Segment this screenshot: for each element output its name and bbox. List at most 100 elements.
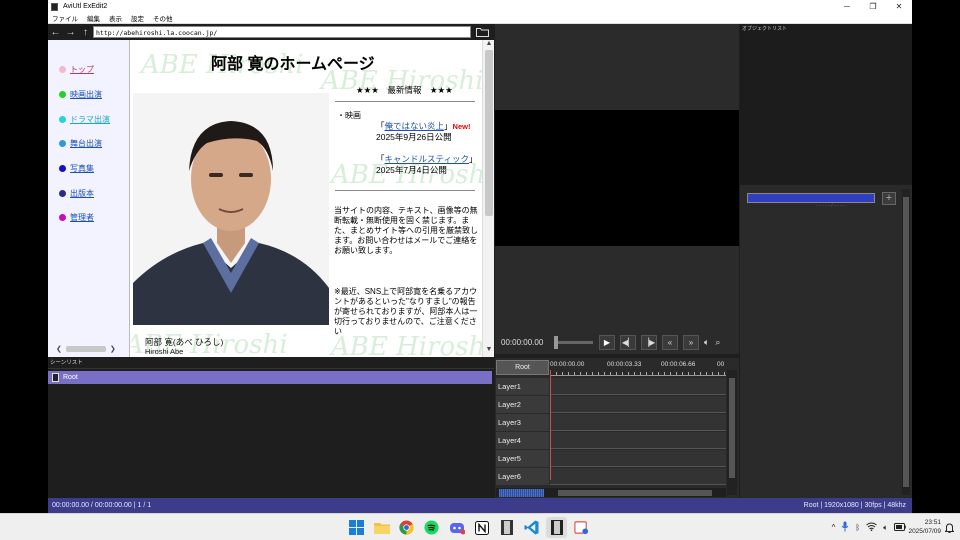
bluetooth-icon[interactable]: ᛒ xyxy=(855,523,860,532)
url-input[interactable]: http://abehiroshi.la.coocan.jp/ xyxy=(93,26,471,38)
nav-link[interactable]: 舞台出演 xyxy=(70,138,102,149)
properties-panel: - - - - - / - - - - + xyxy=(740,185,912,498)
bullet-icon xyxy=(59,214,66,221)
layer-header[interactable]: Layer4 xyxy=(496,432,549,449)
scroll-thumb[interactable] xyxy=(485,50,493,216)
chevron-up-icon[interactable]: ^ xyxy=(832,523,836,532)
movie-link[interactable]: 俺ではない炎上 xyxy=(385,121,445,131)
vscode-icon[interactable] xyxy=(521,517,542,538)
bracket: 」 xyxy=(469,154,478,164)
rewind-icon[interactable]: « xyxy=(662,334,678,350)
scroll-thumb[interactable] xyxy=(65,346,106,352)
scene-list-header: シーンリスト xyxy=(48,357,494,369)
nav-link[interactable]: 写真集 xyxy=(70,163,94,174)
up-arrow-icon[interactable]: ↑ xyxy=(78,25,93,39)
nav-horizontal-scrollbar[interactable]: ❮ ❯ xyxy=(56,345,124,353)
browser-toolbar: ← → ↑ http://abehiroshi.la.coocan.jp/ xyxy=(48,24,494,40)
discord-icon[interactable] xyxy=(446,517,467,538)
windows-start-icon[interactable] xyxy=(346,517,367,538)
timeline-horizontal-scrollbar[interactable] xyxy=(558,489,712,496)
scroll-right-icon[interactable]: ❯ xyxy=(110,345,116,353)
wifi-icon[interactable] xyxy=(866,522,877,533)
object-list-header: オブジェクトリスト xyxy=(742,26,788,32)
seek-slider[interactable] xyxy=(554,335,593,349)
nav-link[interactable]: 管理者 xyxy=(70,212,94,223)
spotify-icon[interactable] xyxy=(421,517,442,538)
maximize-button[interactable]: ❐ xyxy=(860,0,886,13)
timeline-zoom-slider[interactable] xyxy=(499,488,544,497)
zoom-icon[interactable]: ⌕ xyxy=(715,337,720,348)
layer-header[interactable]: Layer6 xyxy=(496,468,549,485)
nav-item-stage[interactable]: 舞台出演 xyxy=(59,138,102,149)
volume-tray-icon[interactable]: 🔈︎ xyxy=(883,523,888,533)
nav-item-books[interactable]: 出版本 xyxy=(59,188,94,199)
seek-knob[interactable] xyxy=(554,335,558,349)
menu-view[interactable]: 表示 xyxy=(109,13,122,23)
nav-link[interactable]: 映画出演 xyxy=(70,89,102,100)
nav-item-dramas[interactable]: ドラマ出演 xyxy=(59,114,110,125)
add-icon[interactable]: + xyxy=(882,192,896,205)
file-explorer-icon[interactable] xyxy=(371,517,392,538)
next-frame-icon[interactable]: ▕▶ xyxy=(641,334,657,350)
battery-icon[interactable] xyxy=(894,522,906,533)
movie-link[interactable]: キャンドルスティック xyxy=(385,154,470,164)
layer-header[interactable]: Layer3 xyxy=(496,414,549,431)
layer-lane[interactable] xyxy=(550,378,726,395)
scroll-left-icon[interactable]: ❮ xyxy=(56,345,62,353)
back-arrow-icon[interactable]: ← xyxy=(48,25,63,39)
scene-item-root[interactable]: Root xyxy=(48,371,492,384)
nav-link[interactable]: ドラマ出演 xyxy=(70,114,110,125)
microphone-icon[interactable] xyxy=(841,521,849,534)
property-track-bar[interactable] xyxy=(747,193,875,203)
layer-lane[interactable] xyxy=(550,396,726,413)
menu-other[interactable]: その他 xyxy=(153,13,173,23)
aviutl-taskbar-icon[interactable] xyxy=(546,517,567,538)
film-app-icon[interactable] xyxy=(496,517,517,538)
playhead[interactable] xyxy=(550,370,551,480)
nav-item-movies[interactable]: 映画出演 xyxy=(59,89,102,100)
nav-item-admin[interactable]: 管理者 xyxy=(59,212,94,223)
time-ruler[interactable] xyxy=(550,370,726,376)
notification-bell-icon[interactable] xyxy=(944,523,955,535)
volume-icon[interactable]: 🔈︎ xyxy=(704,337,709,348)
layer-header[interactable]: Layer1 xyxy=(496,378,549,395)
layer-lane[interactable] xyxy=(550,450,726,467)
menu-settings[interactable]: 設定 xyxy=(131,13,144,23)
page-content: ABE Hiroshi ABE Hiroshi ABE Hiroshi ABE … xyxy=(131,40,482,357)
nav-link[interactable]: トップ xyxy=(70,64,94,75)
scroll-thumb[interactable] xyxy=(729,378,735,478)
close-button[interactable]: ✕ xyxy=(886,0,912,13)
page-vertical-scrollbar[interactable]: ▲ ▼ xyxy=(482,40,494,357)
scroll-down-icon[interactable]: ▼ xyxy=(483,346,494,353)
layer-header[interactable]: Layer2 xyxy=(496,396,549,413)
snipping-tool-icon[interactable] xyxy=(571,517,592,538)
status-bar: 00:00:00.00 / 00:00:00.00 | 1 / 1 Root |… xyxy=(48,498,912,513)
fast-forward-icon[interactable]: » xyxy=(683,334,699,350)
chrome-icon[interactable] xyxy=(396,517,417,538)
menu-file[interactable]: ファイル xyxy=(52,13,78,23)
folder-icon[interactable] xyxy=(474,25,490,39)
forward-arrow-icon[interactable]: → xyxy=(63,25,78,39)
scroll-up-icon[interactable]: ▲ xyxy=(483,40,494,47)
video-viewport[interactable] xyxy=(495,110,739,246)
nav-item-photobook[interactable]: 写真集 xyxy=(59,163,94,174)
prev-frame-icon[interactable]: ◀▏ xyxy=(620,334,636,350)
properties-vertical-scrollbar[interactable] xyxy=(902,189,910,495)
menu-bar: ファイル 編集 表示 設定 その他 xyxy=(48,13,912,24)
layer-lane[interactable] xyxy=(550,468,726,485)
layer-lane[interactable] xyxy=(550,432,726,449)
system-clock[interactable]: 23:51 2025/07/09 xyxy=(908,518,941,536)
menu-edit[interactable]: 編集 xyxy=(87,13,100,23)
play-icon[interactable]: ▶ xyxy=(599,334,615,350)
timeline-vertical-scrollbar[interactable] xyxy=(727,370,737,495)
nav-item-top[interactable]: トップ xyxy=(59,64,94,75)
minimize-button[interactable]: ─ xyxy=(834,0,860,13)
layer-header[interactable]: Layer5 xyxy=(496,450,549,467)
timeline-horizontal-bar xyxy=(496,488,726,497)
layer-lane[interactable] xyxy=(550,414,726,431)
timeline-root-tab[interactable]: Root xyxy=(496,360,549,375)
notion-icon[interactable] xyxy=(471,517,492,538)
scroll-thumb[interactable] xyxy=(903,197,909,487)
page-title: 阿部 寛のホームページ xyxy=(211,56,375,73)
nav-link[interactable]: 出版本 xyxy=(70,188,94,199)
